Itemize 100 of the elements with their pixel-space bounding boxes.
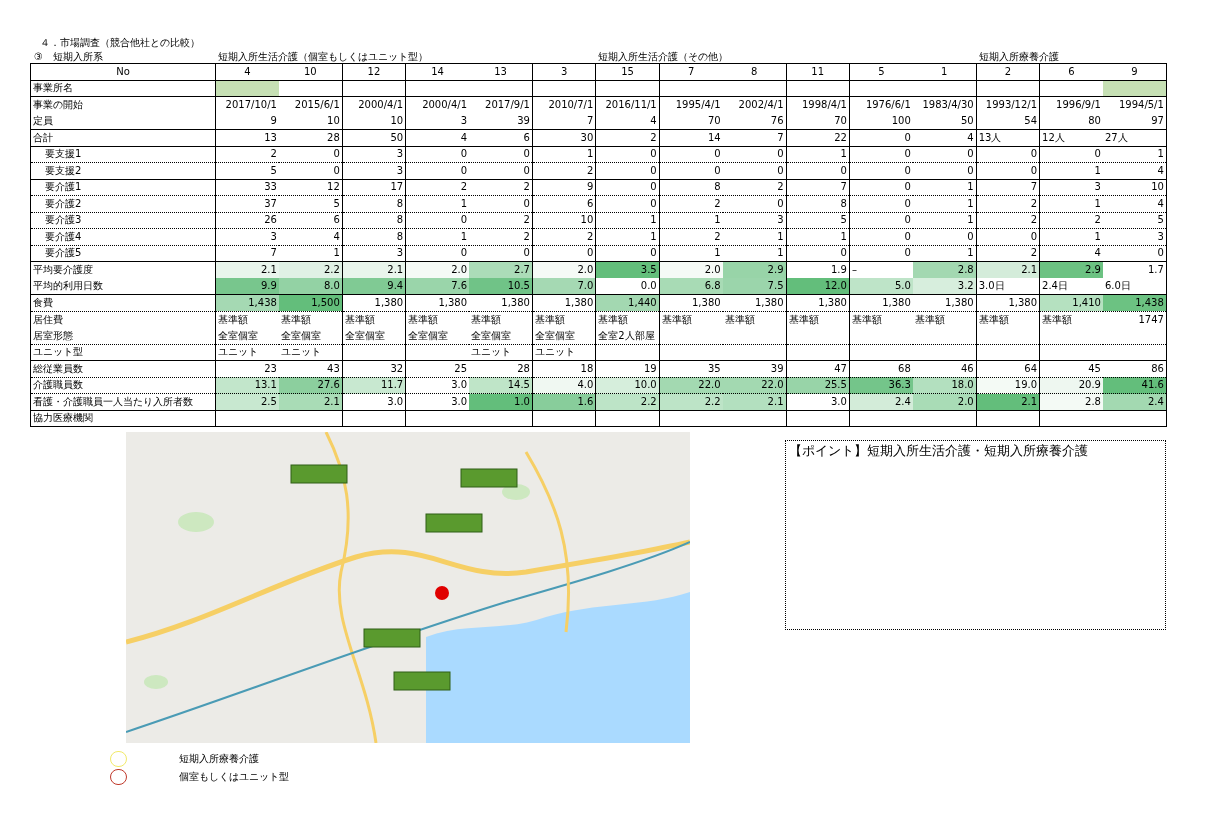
table-cell: 0: [595, 179, 660, 196]
table-cell: 0: [976, 162, 1040, 179]
column-header: 5: [849, 63, 913, 80]
table-cell: 12人: [1039, 129, 1103, 146]
table-cell: 2000/4/1: [405, 96, 470, 113]
column-header: 8: [722, 63, 786, 80]
table-cell: 8: [786, 195, 850, 212]
table-cell: 26: [215, 212, 279, 229]
table-cell: 2: [976, 195, 1040, 212]
table-cell: 3.0日: [976, 278, 1040, 295]
table-cell: 7: [532, 113, 596, 130]
table-cell: 全室個室: [215, 327, 279, 344]
table-cell: 9: [532, 179, 596, 196]
table-cell: 0: [786, 162, 850, 179]
table-cell: 20.9: [1039, 377, 1103, 394]
table-cell: 0: [786, 245, 850, 262]
table-cell: 2: [532, 228, 596, 245]
table-cell: 0: [405, 162, 470, 179]
table-cell: 1: [722, 228, 786, 245]
table-cell: 0: [469, 162, 533, 179]
table-cell: 1: [405, 228, 470, 245]
table-cell: 13: [215, 129, 279, 146]
row-label: 要介護2: [45, 197, 82, 209]
table-cell: 17: [342, 179, 406, 196]
table-cell: 1993/12/1: [976, 96, 1040, 113]
table-cell: 50: [912, 113, 977, 130]
table-cell: 37: [215, 195, 279, 212]
table-cell: 3.0: [342, 393, 406, 410]
column-header: 2: [976, 63, 1040, 80]
table-cell: 2: [976, 212, 1040, 229]
table-cell: 46: [912, 360, 977, 377]
row-label: 要介護5: [45, 247, 82, 259]
table-cell: 9: [215, 113, 279, 130]
table-cell: 1,380: [342, 294, 406, 311]
table-cell: 基準額: [469, 311, 533, 328]
table-cell: 5: [1102, 212, 1167, 229]
table-cell: 43: [278, 360, 343, 377]
table-cell: 0: [469, 146, 533, 163]
column-header: 4: [215, 63, 279, 80]
table-cell: 4: [1102, 195, 1167, 212]
table-cell: 0: [659, 146, 723, 163]
table-cell: 1: [278, 245, 343, 262]
table-cell: 2: [532, 162, 596, 179]
table-cell: 0: [595, 162, 660, 179]
table-cell: 6: [469, 129, 533, 146]
table-cell: 0: [595, 195, 660, 212]
table-cell: 1: [659, 245, 723, 262]
row-label: 事業所名: [33, 82, 73, 94]
table-cell: 33: [215, 179, 279, 196]
table-cell: 3: [722, 212, 786, 229]
table-cell: 0: [469, 195, 533, 212]
table-cell: 22: [786, 129, 850, 146]
table-cell: 0: [849, 195, 913, 212]
table-cell: 0: [849, 162, 913, 179]
table-cell: 0: [405, 245, 470, 262]
table-cell: 1,380: [786, 294, 850, 311]
column-header: 7: [659, 63, 723, 80]
table-cell: 全室個室: [278, 327, 343, 344]
legend-label: 個室もしくはユニット型: [179, 772, 289, 782]
table-cell: 基準額: [595, 311, 660, 328]
table-cell: 13.1: [215, 377, 279, 394]
column-header: 3: [532, 63, 596, 80]
table-cell: 4: [1039, 245, 1103, 262]
table-cell: 5: [278, 195, 343, 212]
column-header: 14: [405, 63, 470, 80]
table-cell: 5.0: [849, 278, 913, 295]
table-cell: 0: [849, 245, 913, 262]
table-cell: 4: [912, 129, 977, 146]
table-cell: 1,380: [469, 294, 533, 311]
table-cell: 3: [215, 228, 279, 245]
table-cell: 全室個室: [342, 327, 406, 344]
table-cell: 4: [405, 129, 470, 146]
table-cell: 8.0: [278, 278, 343, 295]
table-cell: 1: [912, 245, 977, 262]
table-cell: 2: [469, 212, 533, 229]
table-cell: 8: [659, 179, 723, 196]
table-cell: 2: [722, 179, 786, 196]
column-header: 10: [278, 63, 343, 80]
table-cell: 0: [976, 146, 1040, 163]
table-cell: 3: [1039, 179, 1103, 196]
table-cell: 0: [1102, 245, 1167, 262]
table-cell: 5: [215, 162, 279, 179]
table-cell: 2: [659, 228, 723, 245]
table-cell: 1: [786, 146, 850, 163]
table-cell: 0: [595, 245, 660, 262]
table-cell: 22.0: [659, 377, 723, 394]
column-header: No: [30, 63, 216, 80]
column-header: 12: [342, 63, 406, 80]
table-cell: 27.6: [278, 377, 343, 394]
table-cell: 13人: [976, 129, 1040, 146]
table-cell: 2: [469, 228, 533, 245]
table-cell: 28: [469, 360, 533, 377]
table-cell: 全室個室: [469, 327, 533, 344]
group-label: 短期入所生活介護（その他）: [598, 51, 729, 62]
table-cell: 10: [342, 113, 406, 130]
page-heading: ４．市場調査（競合他社との比較）: [39, 36, 200, 50]
table-cell: 4: [278, 228, 343, 245]
table-cell: 7: [215, 245, 279, 262]
table-cell: 0: [405, 212, 470, 229]
table-cell: 3.2: [912, 278, 977, 295]
